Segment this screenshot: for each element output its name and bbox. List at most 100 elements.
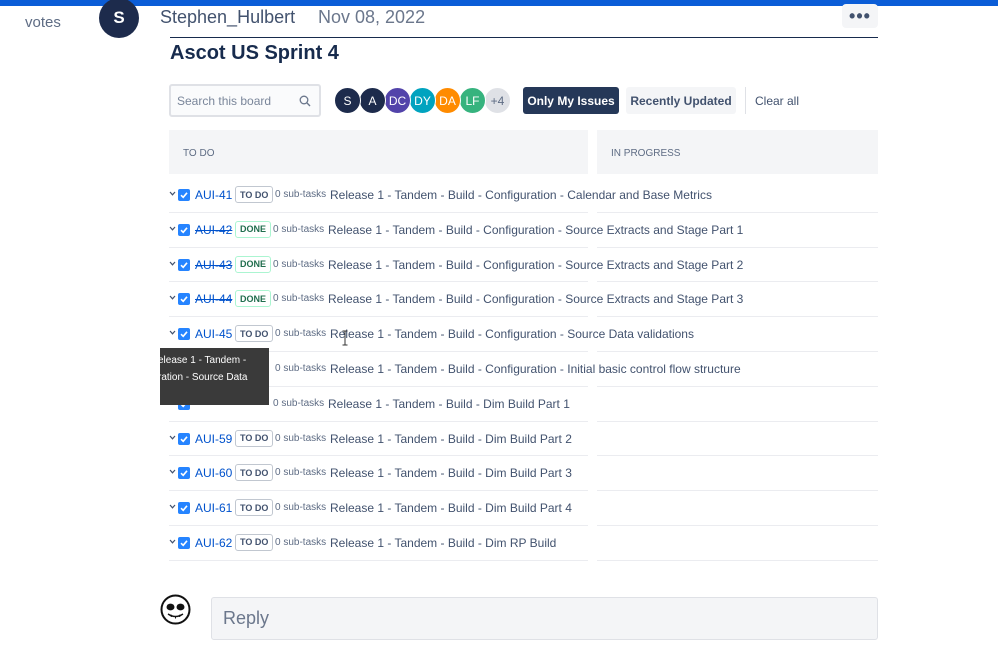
header-divider	[170, 37, 878, 38]
issue-key-link[interactable]: AUI-43	[195, 258, 232, 272]
row-divider	[597, 559, 878, 561]
issue-type-icon	[178, 258, 190, 271]
issue-summary[interactable]: Release 1 - Tandem - Build - Configurati…	[330, 327, 694, 341]
chevron-down-icon[interactable]	[169, 468, 176, 475]
column-label-in-progress: IN PROGRESS	[611, 148, 681, 159]
issue-key-link[interactable]: AUI-61	[195, 501, 232, 515]
issue-row[interactable]: AUI-60 TO DO 0 sub-tasks Release 1 - Tandem…	[169, 456, 878, 492]
issue-type-icon	[178, 223, 190, 236]
issue-row[interactable]: AUI-61 TO DO 0 sub-tasks Release 1 - Tandem…	[169, 491, 878, 526]
recently-updated-button[interactable]: Recently Updated	[626, 87, 736, 114]
subtask-count: 0 sub-tasks	[273, 293, 325, 305]
clear-all-link[interactable]: Clear all	[755, 94, 799, 108]
board-search[interactable]	[169, 84, 321, 117]
assignee-avatar[interactable]: DA	[434, 87, 461, 114]
more-options-button[interactable]: •••	[842, 4, 878, 28]
only-my-issues-button[interactable]: Only My Issues	[523, 87, 619, 114]
issue-summary[interactable]: Release 1 - Tandem - Build - Configurati…	[330, 362, 741, 376]
issue-summary[interactable]: Release 1 - Tandem - Build - Dim Build P…	[330, 466, 572, 480]
status-badge: TO DO	[235, 533, 274, 551]
chevron-down-icon[interactable]	[169, 294, 176, 301]
column-label-todo: TO DO	[183, 148, 215, 159]
subtask-count: 0 sub-tasks	[273, 258, 325, 270]
board-title: Ascot US Sprint 4	[170, 42, 339, 64]
issue-summary[interactable]: Release 1 - Tandem - Build - Dim Build P…	[330, 501, 572, 515]
subtask-count: 0 sub-tasks	[273, 223, 325, 235]
user-avatar-icon	[160, 594, 191, 625]
author-name[interactable]: Stephen_Hulbert	[160, 7, 295, 28]
issue-key-link[interactable]: AUI-44	[195, 292, 232, 306]
assignee-avatar[interactable]: DC	[384, 87, 411, 114]
column-header-todo: TO DO	[169, 130, 588, 174]
assignee-avatar[interactable]: LF	[459, 87, 486, 114]
status-badge: TO DO	[235, 429, 274, 447]
search-input[interactable]	[177, 93, 295, 108]
search-icon[interactable]	[299, 95, 311, 107]
assignee-avatar[interactable]: DY	[409, 87, 436, 114]
issue-key-link[interactable]: AUI-62	[195, 536, 232, 550]
column-header-in-progress: IN PROGRESS	[597, 130, 878, 174]
tooltip-line-1: elease 1 - Tandem -	[160, 355, 247, 366]
votes-label: votes	[25, 14, 61, 31]
subtask-count: 0 sub-tasks	[275, 328, 327, 340]
issue-list: AUI-41 TO DO 0 sub-tasks Release 1 - Tandem…	[169, 178, 878, 561]
issue-summary[interactable]: Release 1 - Tandem - Build - Dim Build P…	[328, 397, 570, 411]
assignee-avatar[interactable]: +4	[484, 87, 511, 114]
issue-type-icon	[178, 467, 190, 480]
issue-type-icon	[178, 293, 190, 306]
chevron-down-icon[interactable]	[169, 538, 176, 545]
issue-type-icon	[178, 328, 190, 341]
issue-summary[interactable]: Release 1 - Tandem - Build - Dim Build P…	[330, 432, 572, 446]
issue-type-icon	[178, 432, 190, 445]
issue-row[interactable]: 0 sub-tasks Release 1 - Tandem - Build - …	[169, 352, 878, 387]
issue-summary[interactable]: Release 1 - Tandem - Build - Dim RP Buil…	[330, 536, 556, 550]
issue-summary[interactable]: Release 1 - Tandem - Build - Configurati…	[328, 223, 743, 237]
issue-key-link[interactable]: AUI-59	[195, 432, 232, 446]
issue-type-icon	[178, 502, 190, 515]
status-badge: DONE	[235, 255, 272, 273]
issue-summary[interactable]: Release 1 - Tandem - Build - Configurati…	[328, 258, 743, 272]
chevron-down-icon[interactable]	[169, 329, 176, 336]
issue-row[interactable]: AUI-41 TO DO 0 sub-tasks Release 1 - Tandem…	[169, 178, 878, 213]
filter-separator	[745, 87, 746, 114]
issue-row[interactable]: AUI-42 DONE 0 sub-tasks Release 1 - Tandem …	[169, 213, 878, 248]
issue-row[interactable]: AUI-62 TO DO 0 sub-tasks Release 1 - Tandem…	[169, 526, 878, 561]
issue-type-icon	[178, 189, 190, 201]
subtask-count: 0 sub-tasks	[275, 189, 327, 200]
chevron-down-icon[interactable]	[169, 225, 176, 232]
subtask-count: 0 sub-tasks	[275, 432, 327, 444]
text-cursor-icon	[342, 330, 348, 346]
issue-row[interactable]: AUI-44 DONE 0 sub-tasks Release 1 - Tandem …	[169, 282, 878, 318]
subtask-count: 0 sub-tasks	[273, 397, 325, 409]
subtask-count: 0 sub-tasks	[275, 467, 327, 479]
issue-row[interactable]: AUI-43 DONE 0 sub-tasks Release 1 - Tandem …	[169, 248, 878, 283]
assignee-avatar[interactable]: A	[359, 87, 386, 114]
issue-row[interactable]: AUI-59 TO DO 0 sub-tasks Release 1 - Tandem…	[169, 422, 878, 457]
issue-summary[interactable]: Release 1 - Tandem - Build - Configurati…	[330, 188, 712, 202]
status-badge: TO DO	[235, 499, 274, 517]
post-date: Nov 08, 2022	[318, 7, 426, 27]
chevron-down-icon[interactable]	[169, 260, 176, 267]
issue-key-link[interactable]: AUI-41	[195, 188, 232, 202]
issue-key-link[interactable]: AUI-45	[195, 327, 232, 341]
assignee-avatar[interactable]: S	[334, 87, 361, 114]
issue-summary[interactable]: Release 1 - Tandem - Build - Configurati…	[328, 292, 743, 306]
tooltip-line-2: ration - Source Data	[160, 372, 248, 383]
issue-key-link[interactable]: AUI-60	[195, 466, 232, 480]
issue-type-icon	[178, 536, 190, 549]
author-avatar[interactable]: S	[99, 0, 139, 38]
issue-row[interactable]: AUI-45 TO DO 0 sub-tasks Release 1 - Tandem…	[169, 317, 878, 352]
issue-key-link[interactable]: AUI-42	[195, 223, 232, 237]
status-badge: TO DO	[235, 464, 274, 482]
status-badge: TO DO	[235, 325, 274, 343]
issue-row[interactable]: 0 sub-tasks Release 1 - Tandem - Build - …	[169, 387, 878, 422]
reply-input[interactable]: Reply	[211, 597, 878, 640]
status-badge: DONE	[235, 290, 272, 308]
chevron-down-icon[interactable]	[169, 503, 176, 510]
row-divider	[169, 559, 588, 561]
chevron-down-icon[interactable]	[169, 190, 176, 197]
chevron-down-icon[interactable]	[169, 434, 176, 441]
summary-tooltip: elease 1 - Tandem - ration - Source Data	[160, 348, 269, 405]
status-badge: DONE	[235, 220, 272, 238]
status-badge: TO DO	[235, 186, 274, 203]
